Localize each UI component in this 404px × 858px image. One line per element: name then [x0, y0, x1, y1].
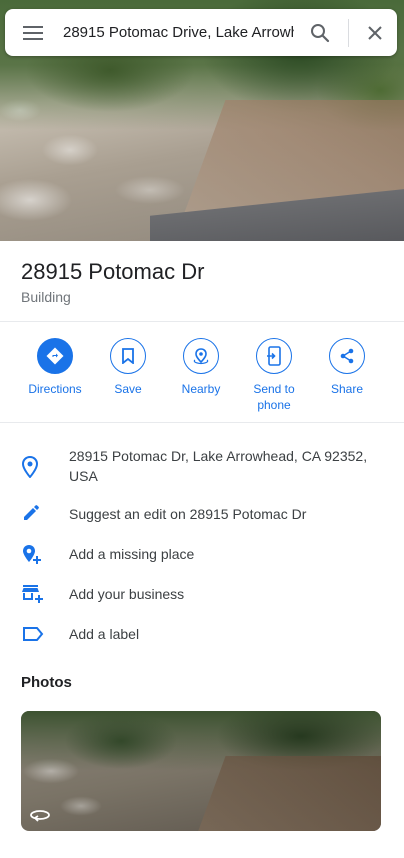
send-to-phone-circle [256, 338, 292, 374]
suggest-edit-text: Suggest an edit on 28915 Potomac Dr [69, 506, 307, 522]
send-to-phone-icon [267, 346, 281, 366]
nearby-circle [183, 338, 219, 374]
add-business-row[interactable]: Add your business [0, 584, 404, 604]
place-title: 28915 Potomac Dr [21, 259, 205, 284]
menu-icon [23, 25, 43, 40]
directions-icon [46, 347, 64, 365]
nearby-label: Nearby [181, 382, 221, 396]
share-icon [340, 348, 354, 364]
location-pin-icon [22, 456, 38, 478]
pencil-icon [24, 505, 39, 520]
label-icon [23, 627, 44, 641]
divider [0, 321, 404, 322]
street-view-360-icon [30, 810, 50, 822]
search-button[interactable] [298, 9, 342, 56]
add-business-text: Add your business [69, 586, 185, 602]
share-button[interactable]: Share [310, 338, 384, 397]
send-to-phone-label: Send to phone [253, 382, 295, 412]
directions-button[interactable]: Directions [18, 338, 92, 397]
directions-label: Directions [28, 382, 82, 396]
add-label-text: Add a label [69, 626, 140, 642]
search-icon [311, 23, 330, 42]
add-label-row[interactable]: Add a label [0, 624, 404, 644]
directions-circle [37, 338, 73, 374]
share-label: Share [330, 382, 364, 396]
action-bar: Directions Save Nearby Send to phone Sha… [0, 338, 404, 418]
photo-thumbnail[interactable] [21, 711, 381, 831]
close-button[interactable] [353, 9, 397, 56]
save-circle [110, 338, 146, 374]
address-row[interactable]: 28915 Potomac Dr, Lake Arrowhead, CA 923… [0, 446, 404, 486]
place-header: 28915 Potomac Dr Building [21, 259, 391, 305]
share-circle [329, 338, 365, 374]
menu-button[interactable] [5, 9, 61, 56]
close-icon [368, 25, 382, 40]
save-label: Save [114, 382, 142, 396]
search-divider [348, 18, 349, 47]
photo-slope [196, 756, 381, 831]
send-to-phone-button[interactable]: Send to phone [237, 338, 311, 413]
add-business-icon [22, 585, 43, 603]
divider [0, 422, 404, 423]
nearby-button[interactable]: Nearby [164, 338, 238, 397]
suggest-edit-row[interactable]: Suggest an edit on 28915 Potomac Dr [0, 504, 404, 524]
bookmark-icon [122, 348, 134, 364]
add-location-icon [23, 545, 41, 564]
save-button[interactable]: Save [91, 338, 165, 397]
add-missing-place-text: Add a missing place [69, 546, 195, 562]
search-input[interactable]: 28915 Potomac Drive, Lake Arrowhead [61, 9, 294, 56]
address-text: 28915 Potomac Dr, Lake Arrowhead, CA 923… [69, 448, 368, 484]
photos-heading: Photos [21, 674, 72, 691]
place-type: Building [21, 289, 71, 305]
add-missing-place-row[interactable]: Add a missing place [0, 544, 404, 566]
nearby-icon [193, 348, 209, 365]
search-bar: 28915 Potomac Drive, Lake Arrowhead [5, 9, 397, 56]
